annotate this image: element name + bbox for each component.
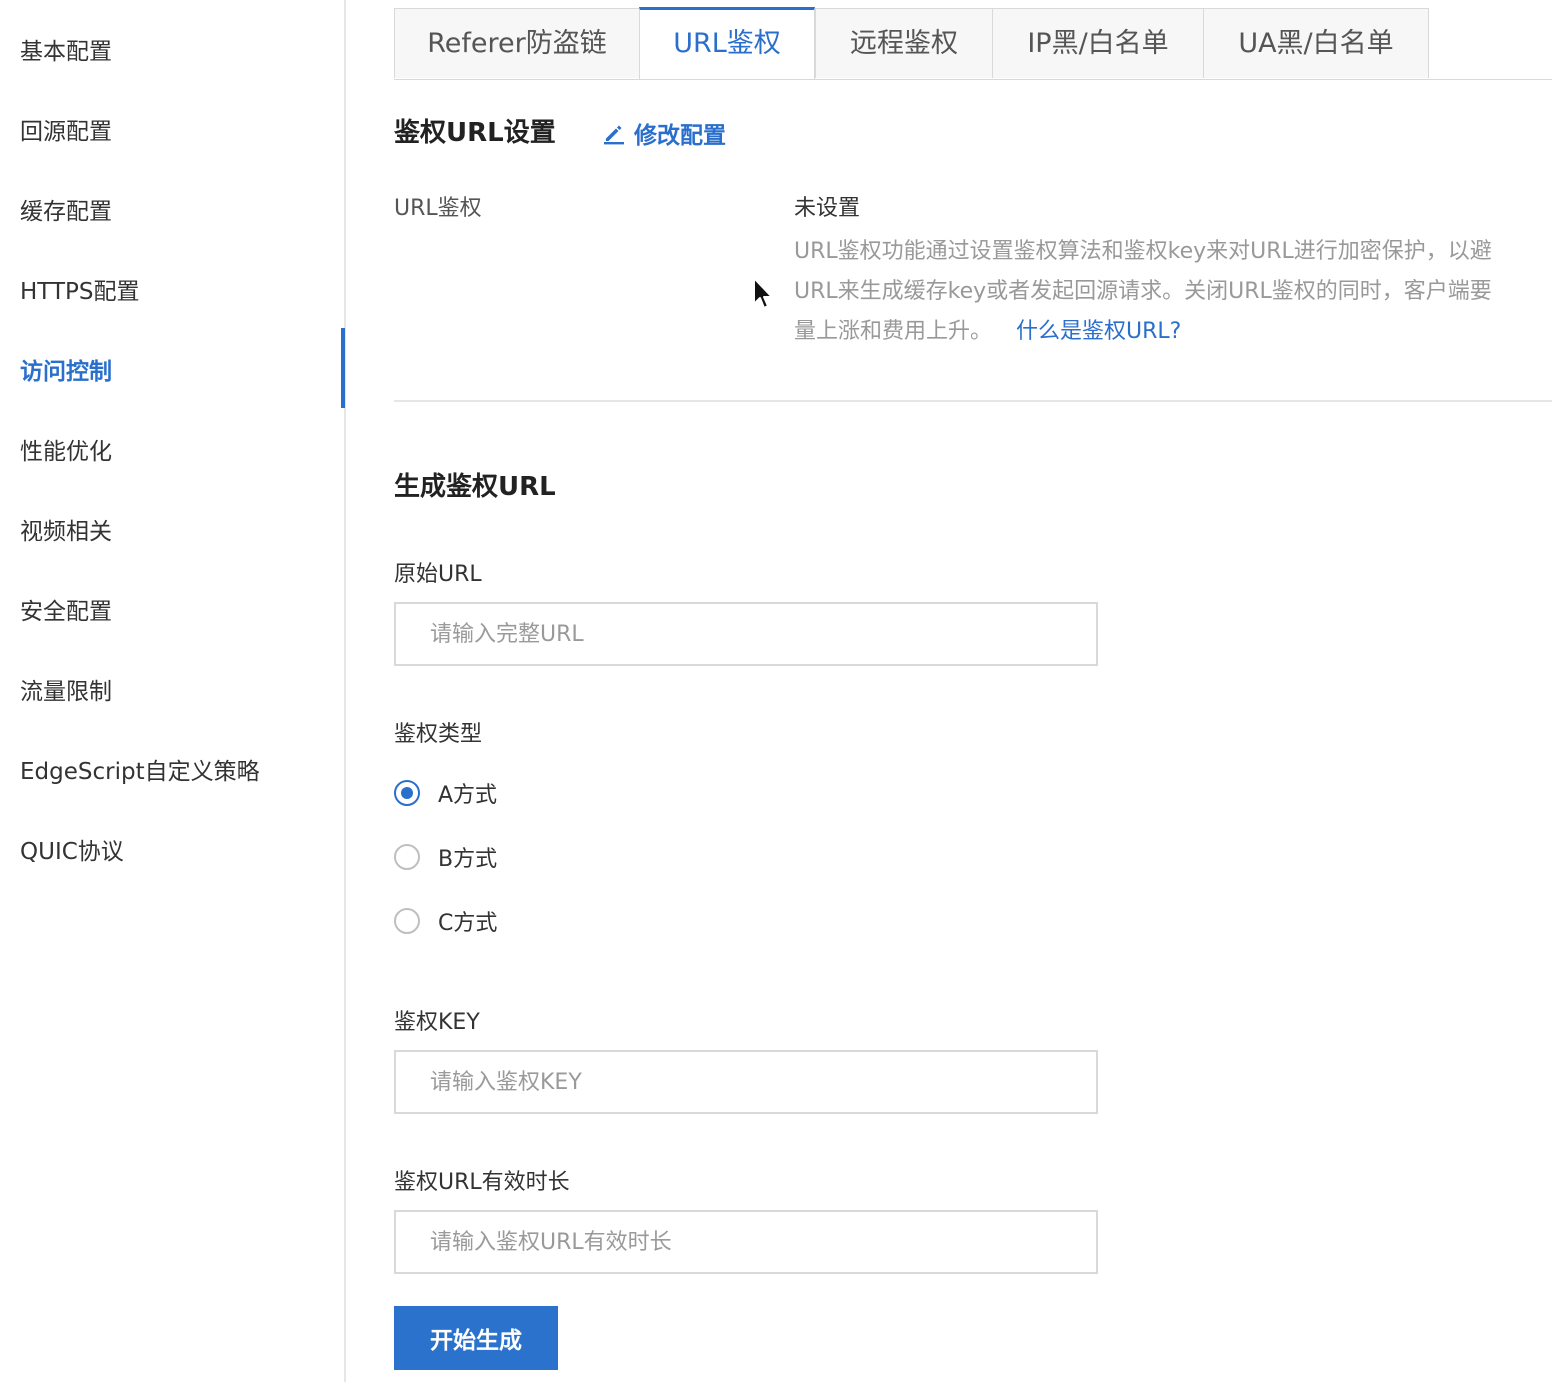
pencil-icon bbox=[602, 121, 626, 145]
auth-type-a-label: A方式 bbox=[438, 783, 498, 808]
sidebar: 基本配置 回源配置 缓存配置 HTTPS配置 访问控制 性能优化 视频相关 安全… bbox=[0, 0, 346, 1382]
origin-url-input[interactable] bbox=[394, 602, 1098, 666]
generate-title: 生成鉴权URL bbox=[394, 472, 556, 502]
url-auth-description: URL鉴权功能通过设置鉴权算法和鉴权key来对URL进行加密保护，以避 URL来… bbox=[794, 232, 1552, 352]
tab-ua-list[interactable]: UA黑/白名单 bbox=[1203, 8, 1429, 78]
sidebar-item-origin-config[interactable]: 回源配置 bbox=[20, 92, 112, 172]
edit-config-label: 修改配置 bbox=[634, 123, 726, 149]
description-line-3-text: 量上涨和费用上升。 bbox=[794, 319, 993, 344]
auth-type-a-option[interactable]: A方式 bbox=[394, 778, 497, 808]
tab-remote-auth[interactable]: 远程鉴权 bbox=[815, 8, 993, 78]
auth-type-c-label: C方式 bbox=[438, 911, 498, 936]
sidebar-active-indicator bbox=[341, 328, 345, 408]
radio-a[interactable] bbox=[394, 780, 420, 806]
auth-type-b-option[interactable]: B方式 bbox=[394, 842, 497, 872]
auth-key-label: 鉴权KEY bbox=[394, 1010, 480, 1035]
radio-b[interactable] bbox=[394, 844, 420, 870]
auth-type-c-option[interactable]: C方式 bbox=[394, 906, 497, 936]
edit-config-link[interactable]: 修改配置 bbox=[602, 116, 726, 150]
sidebar-item-basic-config[interactable]: 基本配置 bbox=[20, 12, 112, 92]
radio-c[interactable] bbox=[394, 908, 420, 934]
url-auth-status: 未设置 bbox=[794, 196, 861, 221]
description-line-1: URL鉴权功能通过设置鉴权算法和鉴权key来对URL进行加密保护，以避 bbox=[794, 239, 1492, 264]
sidebar-item-cache-config[interactable]: 缓存配置 bbox=[20, 172, 112, 252]
ttl-label: 鉴权URL有效时长 bbox=[394, 1170, 570, 1195]
sidebar-item-video[interactable]: 视频相关 bbox=[20, 492, 112, 572]
sidebar-item-access-control[interactable]: 访问控制 bbox=[20, 332, 112, 412]
sidebar-item-quic[interactable]: QUIC协议 bbox=[20, 812, 124, 892]
tab-url-auth[interactable]: URL鉴权 bbox=[639, 7, 815, 79]
url-auth-field-label: URL鉴权 bbox=[394, 196, 482, 221]
sidebar-item-traffic-limit[interactable]: 流量限制 bbox=[20, 652, 112, 732]
description-line-3: 量上涨和费用上升。 什么是鉴权URL? bbox=[794, 312, 1552, 352]
ttl-input[interactable] bbox=[394, 1210, 1098, 1274]
settings-title: 鉴权URL设置 bbox=[394, 118, 556, 148]
tab-ip-list[interactable]: IP黑/白名单 bbox=[992, 8, 1204, 78]
start-generate-button[interactable]: 开始生成 bbox=[394, 1306, 558, 1370]
sidebar-item-https-config[interactable]: HTTPS配置 bbox=[20, 252, 139, 332]
description-line-2: URL来生成缓存key或者发起回源请求。关闭URL鉴权的同时，客户端要 bbox=[794, 279, 1492, 304]
section-divider bbox=[394, 400, 1552, 402]
tab-referer[interactable]: Referer防盗链 bbox=[394, 8, 640, 78]
mouse-cursor-icon bbox=[752, 276, 776, 316]
tab-bar: Referer防盗链 URL鉴权 远程鉴权 IP黑/白名单 UA黑/白名单 bbox=[394, 7, 1552, 80]
sidebar-item-edgescript[interactable]: EdgeScript自定义策略 bbox=[20, 732, 260, 812]
origin-url-label: 原始URL bbox=[394, 562, 482, 587]
auth-type-b-label: B方式 bbox=[438, 847, 498, 872]
what-is-auth-url-link[interactable]: 什么是鉴权URL? bbox=[1016, 319, 1181, 344]
sidebar-item-security[interactable]: 安全配置 bbox=[20, 572, 112, 652]
auth-key-input[interactable] bbox=[394, 1050, 1098, 1114]
auth-type-label: 鉴权类型 bbox=[394, 722, 483, 747]
sidebar-item-performance[interactable]: 性能优化 bbox=[20, 412, 112, 492]
